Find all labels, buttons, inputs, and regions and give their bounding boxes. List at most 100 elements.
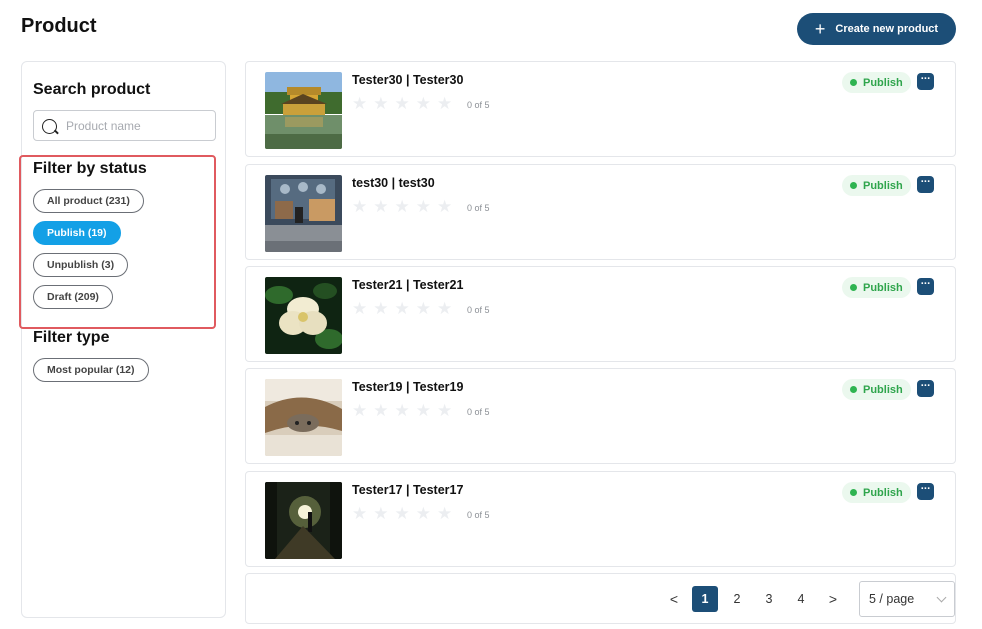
star-icon[interactable]: ★ (437, 300, 452, 317)
star-icon[interactable]: ★ (352, 95, 367, 112)
status-dot-icon (850, 489, 857, 496)
star-icon[interactable]: ★ (437, 402, 452, 419)
product-thumbnail (265, 72, 342, 149)
product-thumbnail (265, 482, 342, 559)
status-label: Publish (863, 76, 903, 89)
status-label: Publish (863, 281, 903, 294)
status-dot-icon (850, 386, 857, 393)
create-product-label: Create new product (835, 23, 939, 35)
page-2-button[interactable]: 2 (724, 586, 750, 612)
star-icon[interactable]: ★ (416, 198, 431, 215)
ellipsis-icon: ··· (920, 277, 931, 290)
rating-text: 0 of 5 (467, 305, 490, 315)
star-icon[interactable]: ★ (395, 300, 410, 317)
star-icon[interactable]: ★ (416, 402, 431, 419)
status-label: Publish (863, 383, 903, 396)
plus-icon: + (814, 19, 826, 39)
more-options-button[interactable]: ··· (917, 380, 934, 397)
product-thumbnail (265, 175, 342, 252)
rating-text: 0 of 5 (467, 510, 490, 520)
rating-text: 0 of 5 (467, 100, 490, 110)
ellipsis-icon: ··· (920, 175, 931, 188)
ellipsis-icon: ··· (920, 482, 931, 495)
product-title[interactable]: Tester17 | Tester17 (352, 483, 463, 497)
page-1-button[interactable]: 1 (692, 586, 718, 612)
rating-stars[interactable]: ★ ★ ★ ★ ★ (352, 95, 452, 112)
star-icon[interactable]: ★ (352, 198, 367, 215)
star-icon[interactable]: ★ (395, 402, 410, 419)
filter-unpublish[interactable]: Unpublish (3) (33, 253, 129, 277)
chevron-down-icon (936, 592, 947, 602)
product-card[interactable]: Tester19 | Tester19 ★ ★ ★ ★ ★ 0 of 5 Pub… (245, 368, 956, 464)
product-thumbnail (265, 277, 342, 354)
star-icon[interactable]: ★ (352, 402, 367, 419)
product-card[interactable]: Tester17 | Tester17 ★ ★ ★ ★ ★ 0 of 5 Pub… (245, 471, 956, 567)
more-options-button[interactable]: ··· (917, 73, 934, 90)
page-size-select[interactable]: 5 / page (859, 581, 955, 617)
star-icon[interactable]: ★ (437, 95, 452, 112)
star-icon[interactable]: ★ (352, 505, 367, 522)
page-4-button[interactable]: 4 (788, 586, 814, 612)
more-options-button[interactable]: ··· (917, 483, 934, 500)
status-dot-icon (850, 284, 857, 291)
star-icon[interactable]: ★ (373, 402, 388, 419)
type-filter-heading: Filter type (33, 329, 110, 346)
star-icon[interactable]: ★ (395, 505, 410, 522)
star-icon[interactable]: ★ (373, 505, 388, 522)
star-icon[interactable]: ★ (373, 300, 388, 317)
more-options-button[interactable]: ··· (917, 278, 934, 295)
star-icon[interactable]: ★ (416, 505, 431, 522)
star-icon[interactable]: ★ (437, 505, 452, 522)
rating-stars[interactable]: ★ ★ ★ ★ ★ (352, 505, 452, 522)
status-badge: Publish (842, 72, 911, 93)
filter-publish[interactable]: Publish (19) (33, 221, 121, 245)
page-title: Product (21, 15, 97, 37)
rating-stars[interactable]: ★ ★ ★ ★ ★ (352, 198, 452, 215)
rating-text: 0 of 5 (467, 203, 490, 213)
product-title[interactable]: test30 | test30 (352, 176, 435, 190)
rating-stars[interactable]: ★ ★ ★ ★ ★ (352, 402, 452, 419)
product-card[interactable]: Tester30 | Tester30 ★ ★ ★ ★ ★ 0 of 5 Pub… (245, 61, 956, 157)
status-label: Publish (863, 486, 903, 499)
star-icon[interactable]: ★ (416, 300, 431, 317)
more-options-button[interactable]: ··· (917, 176, 934, 193)
search-field[interactable] (33, 110, 216, 141)
page-size-value: 5 / page (869, 592, 915, 606)
prev-page-button[interactable]: < (661, 586, 687, 612)
star-icon[interactable]: ★ (373, 198, 388, 215)
product-thumbnail (265, 379, 342, 456)
page-3-button[interactable]: 3 (756, 586, 782, 612)
filter-all-product[interactable]: All product (231) (33, 189, 144, 213)
product-title[interactable]: Tester30 | Tester30 (352, 73, 463, 87)
filter-most-popular[interactable]: Most popular (12) (33, 358, 149, 382)
status-dot-icon (850, 182, 857, 189)
ellipsis-icon: ··· (920, 379, 931, 392)
filter-sidebar: Search product Filter by status All prod… (19, 61, 226, 618)
create-product-button[interactable]: + Create new product (797, 13, 956, 45)
status-filter-heading: Filter by status (33, 160, 147, 177)
rating-stars[interactable]: ★ ★ ★ ★ ★ (352, 300, 452, 317)
product-card[interactable]: Tester21 | Tester21 ★ ★ ★ ★ ★ 0 of 5 Pub… (245, 266, 956, 362)
status-badge: Publish (842, 277, 911, 298)
next-page-button[interactable]: > (820, 586, 846, 612)
status-badge: Publish (842, 379, 911, 400)
filter-draft[interactable]: Draft (209) (33, 285, 113, 309)
star-icon[interactable]: ★ (373, 95, 388, 112)
search-icon (42, 118, 58, 134)
status-label: Publish (863, 179, 903, 192)
star-icon[interactable]: ★ (416, 95, 431, 112)
star-icon[interactable]: ★ (395, 95, 410, 112)
status-badge: Publish (842, 175, 911, 196)
search-input[interactable] (66, 118, 206, 133)
product-card[interactable]: test30 | test30 ★ ★ ★ ★ ★ 0 of 5 Publish… (245, 164, 956, 260)
star-icon[interactable]: ★ (437, 198, 452, 215)
star-icon[interactable]: ★ (352, 300, 367, 317)
status-badge: Publish (842, 482, 911, 503)
pagination-bar: < 1 2 3 4 > 5 / page (245, 573, 956, 624)
ellipsis-icon: ··· (920, 72, 931, 85)
status-dot-icon (850, 79, 857, 86)
product-title[interactable]: Tester19 | Tester19 (352, 380, 463, 394)
rating-text: 0 of 5 (467, 407, 490, 417)
star-icon[interactable]: ★ (395, 198, 410, 215)
product-title[interactable]: Tester21 | Tester21 (352, 278, 463, 292)
